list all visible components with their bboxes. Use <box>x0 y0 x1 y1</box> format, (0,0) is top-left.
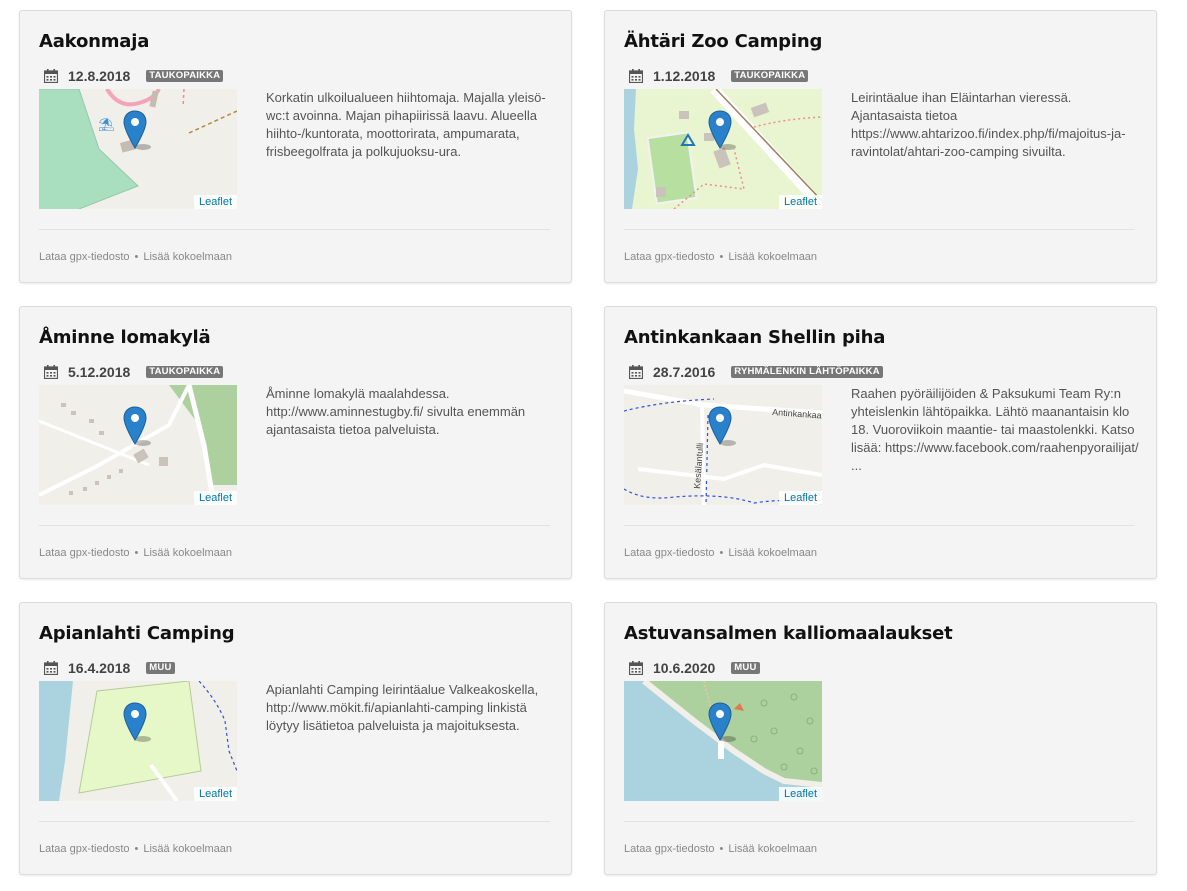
card-date: 5.12.2018 <box>68 364 131 380</box>
divider <box>39 229 550 230</box>
divider <box>39 821 550 822</box>
add-to-collection-link[interactable]: Lisää kokoelmaan <box>728 547 817 559</box>
map-thumbnail[interactable]: Leaflet <box>624 681 822 801</box>
card-meta: 5.12.2018 TAUKOPAIKKA <box>44 363 224 381</box>
divider <box>624 229 1135 230</box>
card-date: 28.7.2016 <box>653 364 716 380</box>
location-marker-icon[interactable] <box>708 406 736 446</box>
card-title[interactable]: Apianlahti Camping <box>39 623 235 644</box>
place-card: Åminne lomakylä 5.12.2018 TAUKOPAIKKA Le… <box>19 306 572 579</box>
category-badge: TAUKOPAIKKA <box>146 366 224 378</box>
add-to-collection-link[interactable]: Lisää kokoelmaan <box>143 547 232 559</box>
location-marker-icon[interactable] <box>123 406 151 446</box>
card-title[interactable]: Astuvansalmen kalliomaalaukset <box>624 623 953 644</box>
place-card: Aakonmaja 12.8.2018 TAUKOPAIKKA ⛱ Leafle… <box>19 10 572 283</box>
divider <box>624 525 1135 526</box>
card-footer: Lataa gpx-tiedosto • Lisää kokoelmaan <box>39 843 232 855</box>
place-card: Apianlahti Camping 16.4.2018 MUU Leaflet… <box>19 602 572 875</box>
place-card: Ähtäri Zoo Camping 1.12.2018 TAUKOPAIKKA… <box>604 10 1157 283</box>
category-badge: MUU <box>146 662 175 674</box>
card-footer: Lataa gpx-tiedosto • Lisää kokoelmaan <box>624 251 817 263</box>
card-meta: 28.7.2016 RYHMÄLENKIN LÄHTÖPAIKKA <box>629 363 883 381</box>
place-card: Antinkankaan Shellin piha 28.7.2016 RYHM… <box>604 306 1157 579</box>
download-gpx-link[interactable]: Lataa gpx-tiedosto <box>624 251 715 263</box>
card-description: Åminne lomakylä maalahdessa. http://www.… <box>266 386 526 437</box>
card-title[interactable]: Åminne lomakylä <box>39 327 211 348</box>
divider <box>624 821 1135 822</box>
card-date: 10.6.2020 <box>653 660 716 676</box>
download-gpx-link[interactable]: Lataa gpx-tiedosto <box>39 251 130 263</box>
location-marker-icon[interactable] <box>708 110 736 150</box>
add-to-collection-link[interactable]: Lisää kokoelmaan <box>143 843 232 855</box>
card-description: Korkatin ulkoilualueen hiihtomaja. Majal… <box>266 90 546 159</box>
card-meta: 12.8.2018 TAUKOPAIKKA <box>44 67 224 85</box>
leaflet-attribution-link[interactable]: Leaflet <box>778 195 822 209</box>
download-gpx-link[interactable]: Lataa gpx-tiedosto <box>39 843 130 855</box>
map-thumbnail[interactable]: ⛱ Leaflet <box>39 89 237 209</box>
separator: • <box>134 251 139 263</box>
card-title[interactable]: Ähtäri Zoo Camping <box>624 31 822 52</box>
category-badge: TAUKOPAIKKA <box>146 70 224 82</box>
map-thumbnail[interactable]: Leaflet <box>39 681 237 801</box>
separator: • <box>719 843 724 855</box>
card-description: Raahen pyöräilijöiden & Paksukumi Team R… <box>851 386 1139 473</box>
download-gpx-link[interactable]: Lataa gpx-tiedosto <box>624 547 715 559</box>
leaflet-attribution-link[interactable]: Leaflet <box>193 491 237 505</box>
add-to-collection-link[interactable]: Lisää kokoelmaan <box>728 251 817 263</box>
place-card: Astuvansalmen kalliomaalaukset 10.6.2020… <box>604 602 1157 875</box>
card-date: 1.12.2018 <box>653 68 716 84</box>
card-title[interactable]: Antinkankaan Shellin piha <box>624 327 885 348</box>
card-title[interactable]: Aakonmaja <box>39 31 149 52</box>
card-footer: Lataa gpx-tiedosto • Lisää kokoelmaan <box>624 843 817 855</box>
location-marker-icon[interactable] <box>708 702 736 742</box>
category-badge: MUU <box>731 662 760 674</box>
separator: • <box>134 843 139 855</box>
map-thumbnail[interactable]: Leaflet <box>624 89 822 209</box>
leaflet-attribution-link[interactable]: Leaflet <box>778 491 822 505</box>
card-date: 12.8.2018 <box>68 68 131 84</box>
calendar-icon <box>629 661 643 675</box>
add-to-collection-link[interactable]: Lisää kokoelmaan <box>143 251 232 263</box>
card-meta: 16.4.2018 MUU <box>44 659 175 677</box>
separator: • <box>719 251 724 263</box>
card-footer: Lataa gpx-tiedosto • Lisää kokoelmaan <box>624 547 817 559</box>
card-description: Leirintäalue ihan Eläintarhan vieressä. … <box>851 90 1126 159</box>
download-gpx-link[interactable]: Lataa gpx-tiedosto <box>624 843 715 855</box>
leaflet-attribution-link[interactable]: Leaflet <box>778 787 822 801</box>
add-to-collection-link[interactable]: Lisää kokoelmaan <box>728 843 817 855</box>
card-date: 16.4.2018 <box>68 660 131 676</box>
card-footer: Lataa gpx-tiedosto • Lisää kokoelmaan <box>39 547 232 559</box>
calendar-icon <box>629 69 643 83</box>
calendar-icon <box>44 661 58 675</box>
location-marker-icon[interactable] <box>123 110 151 150</box>
category-badge: TAUKOPAIKKA <box>731 70 809 82</box>
separator: • <box>719 547 724 559</box>
download-gpx-link[interactable]: Lataa gpx-tiedosto <box>39 547 130 559</box>
svg-text:⛱: ⛱ <box>98 117 115 132</box>
card-meta: 1.12.2018 TAUKOPAIKKA <box>629 67 809 85</box>
card-meta: 10.6.2020 MUU <box>629 659 760 677</box>
leaflet-attribution-link[interactable]: Leaflet <box>193 787 237 801</box>
map-thumbnail[interactable]: Antinkankaa Kesälantulli Leaflet <box>624 385 822 505</box>
divider <box>39 525 550 526</box>
location-marker-icon[interactable] <box>123 702 151 742</box>
card-description: Apianlahti Camping leirintäalue Valkeako… <box>266 682 539 733</box>
category-badge: RYHMÄLENKIN LÄHTÖPAIKKA <box>731 366 883 378</box>
calendar-icon <box>44 365 58 379</box>
leaflet-attribution-link[interactable]: Leaflet <box>193 195 237 209</box>
separator: • <box>134 547 139 559</box>
card-footer: Lataa gpx-tiedosto • Lisää kokoelmaan <box>39 251 232 263</box>
map-thumbnail[interactable]: Leaflet <box>39 385 237 505</box>
calendar-icon <box>629 365 643 379</box>
calendar-icon <box>44 69 58 83</box>
